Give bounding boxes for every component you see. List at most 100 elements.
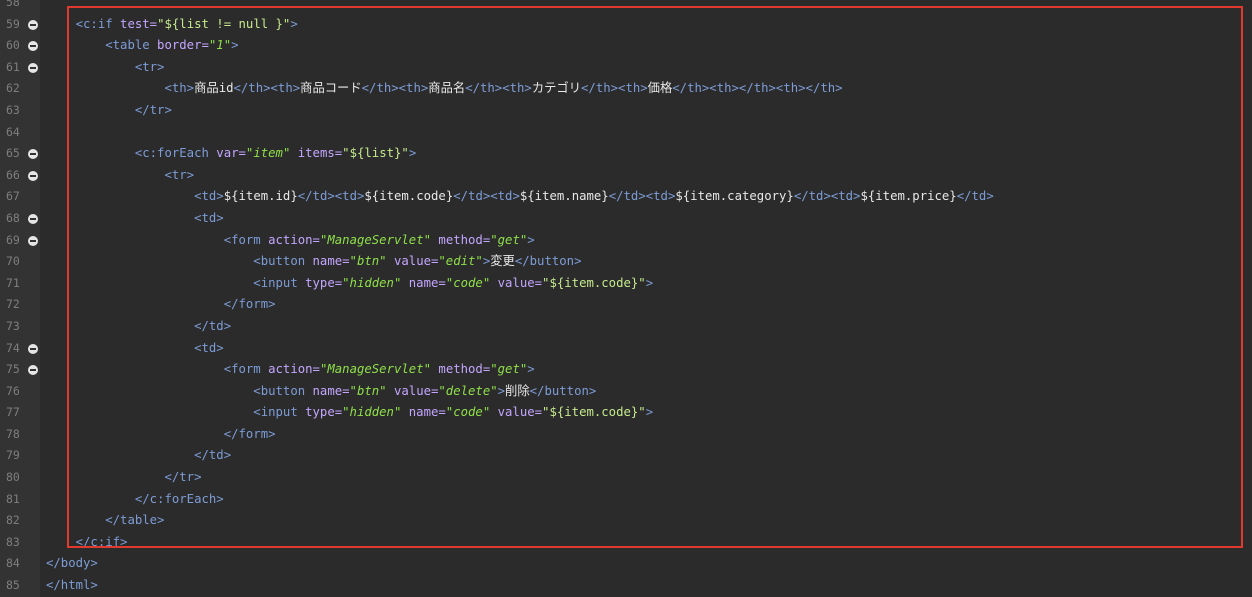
- fold-toggle-icon[interactable]: [28, 213, 38, 224]
- code-token: </table>: [105, 513, 165, 528]
- code-text: <button name="btn" value="edit">変更</butt…: [46, 251, 581, 273]
- fold-toggle-icon[interactable]: [28, 19, 38, 30]
- code-line[interactable]: 83 </c:if>: [0, 531, 1252, 554]
- fold-toggle-icon[interactable]: [28, 343, 38, 354]
- line-number: 81: [6, 491, 20, 506]
- line-gutter: 75: [0, 359, 40, 381]
- code-line[interactable]: 78 </form>: [0, 423, 1252, 446]
- code-line[interactable]: 66 <tr>: [0, 164, 1252, 187]
- code-line[interactable]: 73 </td>: [0, 315, 1252, 338]
- fold-toggle-icon[interactable]: [28, 41, 38, 52]
- line-gutter: 68: [0, 207, 40, 230]
- code-token: "hidden": [342, 275, 402, 290]
- fold-toggle-icon[interactable]: [28, 149, 38, 160]
- line-number: 73: [6, 318, 20, 333]
- code-line[interactable]: 80 </tr>: [0, 467, 1252, 489]
- code-token: >: [645, 275, 654, 290]
- code-token: var=: [208, 146, 246, 161]
- line-gutter: 71: [0, 272, 40, 295]
- code-token: items=: [290, 146, 343, 161]
- code-line[interactable]: 64: [0, 121, 1252, 144]
- code-line[interactable]: 74 <td>: [0, 337, 1252, 360]
- fold-toggle-icon[interactable]: [28, 62, 38, 73]
- line-gutter: 81: [0, 488, 40, 511]
- code-token: ${item.category}: [675, 189, 794, 204]
- code-line[interactable]: 71 <input type="hidden" name="code" valu…: [0, 272, 1252, 295]
- code-line[interactable]: 69 <form action="ManageServlet" method="…: [0, 229, 1252, 252]
- code-line[interactable]: 81 </c:forEach>: [0, 488, 1252, 511]
- code-token: 削除: [505, 383, 530, 398]
- line-number: 78: [6, 426, 20, 441]
- code-token: "code": [445, 275, 491, 290]
- code-text: </tr>: [46, 100, 172, 122]
- line-number: 76: [6, 383, 20, 398]
- code-token: </c:forEach>: [134, 491, 224, 506]
- code-line[interactable]: 68 <td>: [0, 207, 1252, 230]
- code-token: </td><td>: [608, 189, 676, 204]
- code-token: action=: [260, 232, 320, 247]
- fold-toggle-icon[interactable]: [28, 170, 38, 181]
- code-token: >: [497, 383, 506, 398]
- line-number: 64: [6, 124, 20, 139]
- code-line[interactable]: 65 <c:forEach var="item" items="${list}"…: [0, 143, 1252, 165]
- code-token: <input: [253, 405, 298, 420]
- line-gutter: 69: [0, 229, 40, 252]
- line-number: 77: [6, 405, 20, 420]
- code-line[interactable]: 77 <input type="hidden" name="code" valu…: [0, 402, 1252, 424]
- code-token: "${item.code}": [542, 405, 646, 420]
- code-token: <th>: [164, 81, 195, 96]
- code-token: "ManageServlet": [319, 232, 432, 247]
- code-token: "ManageServlet": [319, 362, 432, 377]
- code-line[interactable]: 61 <tr>: [0, 56, 1252, 79]
- line-gutter: 73: [0, 315, 40, 338]
- code-text: </form>: [46, 294, 276, 316]
- code-text: <tr>: [46, 57, 165, 79]
- code-line[interactable]: 58: [0, 0, 1252, 14]
- code-line[interactable]: 70 <button name="btn" value="edit">変更</b…: [0, 251, 1252, 273]
- code-token: </html>: [46, 578, 98, 593]
- code-token: name=: [401, 405, 446, 420]
- line-number: 82: [6, 513, 20, 528]
- line-number: 79: [6, 448, 20, 463]
- line-gutter: 76: [0, 380, 40, 403]
- code-token: action=: [260, 362, 320, 377]
- code-line[interactable]: 67 <td>${item.id}</td><td>${item.code}</…: [0, 186, 1252, 208]
- line-number: 80: [6, 470, 20, 485]
- code-token: </tr>: [134, 102, 172, 117]
- code-line[interactable]: 79 </td>: [0, 445, 1252, 468]
- code-line[interactable]: 75 <form action="ManageServlet" method="…: [0, 359, 1252, 381]
- code-token: </td>: [956, 189, 994, 204]
- fold-toggle-icon[interactable]: [28, 235, 38, 246]
- code-line[interactable]: 72 </form>: [0, 294, 1252, 316]
- line-gutter: 67: [0, 186, 40, 208]
- code-token: </tr>: [164, 470, 202, 485]
- code-line[interactable]: 76 <button name="btn" value="delete">削除<…: [0, 380, 1252, 403]
- code-line[interactable]: 60 <table border="1">: [0, 35, 1252, 57]
- line-number: 62: [6, 81, 20, 96]
- code-line[interactable]: 85 </html>: [0, 575, 1252, 597]
- code-line[interactable]: 82 </table>: [0, 510, 1252, 532]
- code-token: <td>: [194, 340, 224, 355]
- fold-toggle-icon[interactable]: [28, 365, 38, 376]
- code-token: 商品名: [428, 81, 466, 96]
- code-line[interactable]: 84 </body>: [0, 553, 1252, 576]
- code-line[interactable]: 59 <c:if test="${list != null }">: [0, 13, 1252, 36]
- code-editor[interactable]: 58 59 <c:if test="${list != null }"> 60 <t…: [0, 0, 1252, 597]
- code-line[interactable]: 63 </tr>: [0, 99, 1252, 122]
- line-number: 71: [6, 275, 20, 290]
- code-token: 商品id: [194, 81, 234, 96]
- line-number: 83: [6, 534, 20, 549]
- code-line[interactable]: 62 <th>商品id</th><th>商品コード</th><th>商品名</t…: [0, 78, 1252, 100]
- line-gutter: 60: [0, 35, 40, 57]
- line-gutter: 85: [0, 575, 40, 597]
- code-token: 変更: [490, 254, 515, 269]
